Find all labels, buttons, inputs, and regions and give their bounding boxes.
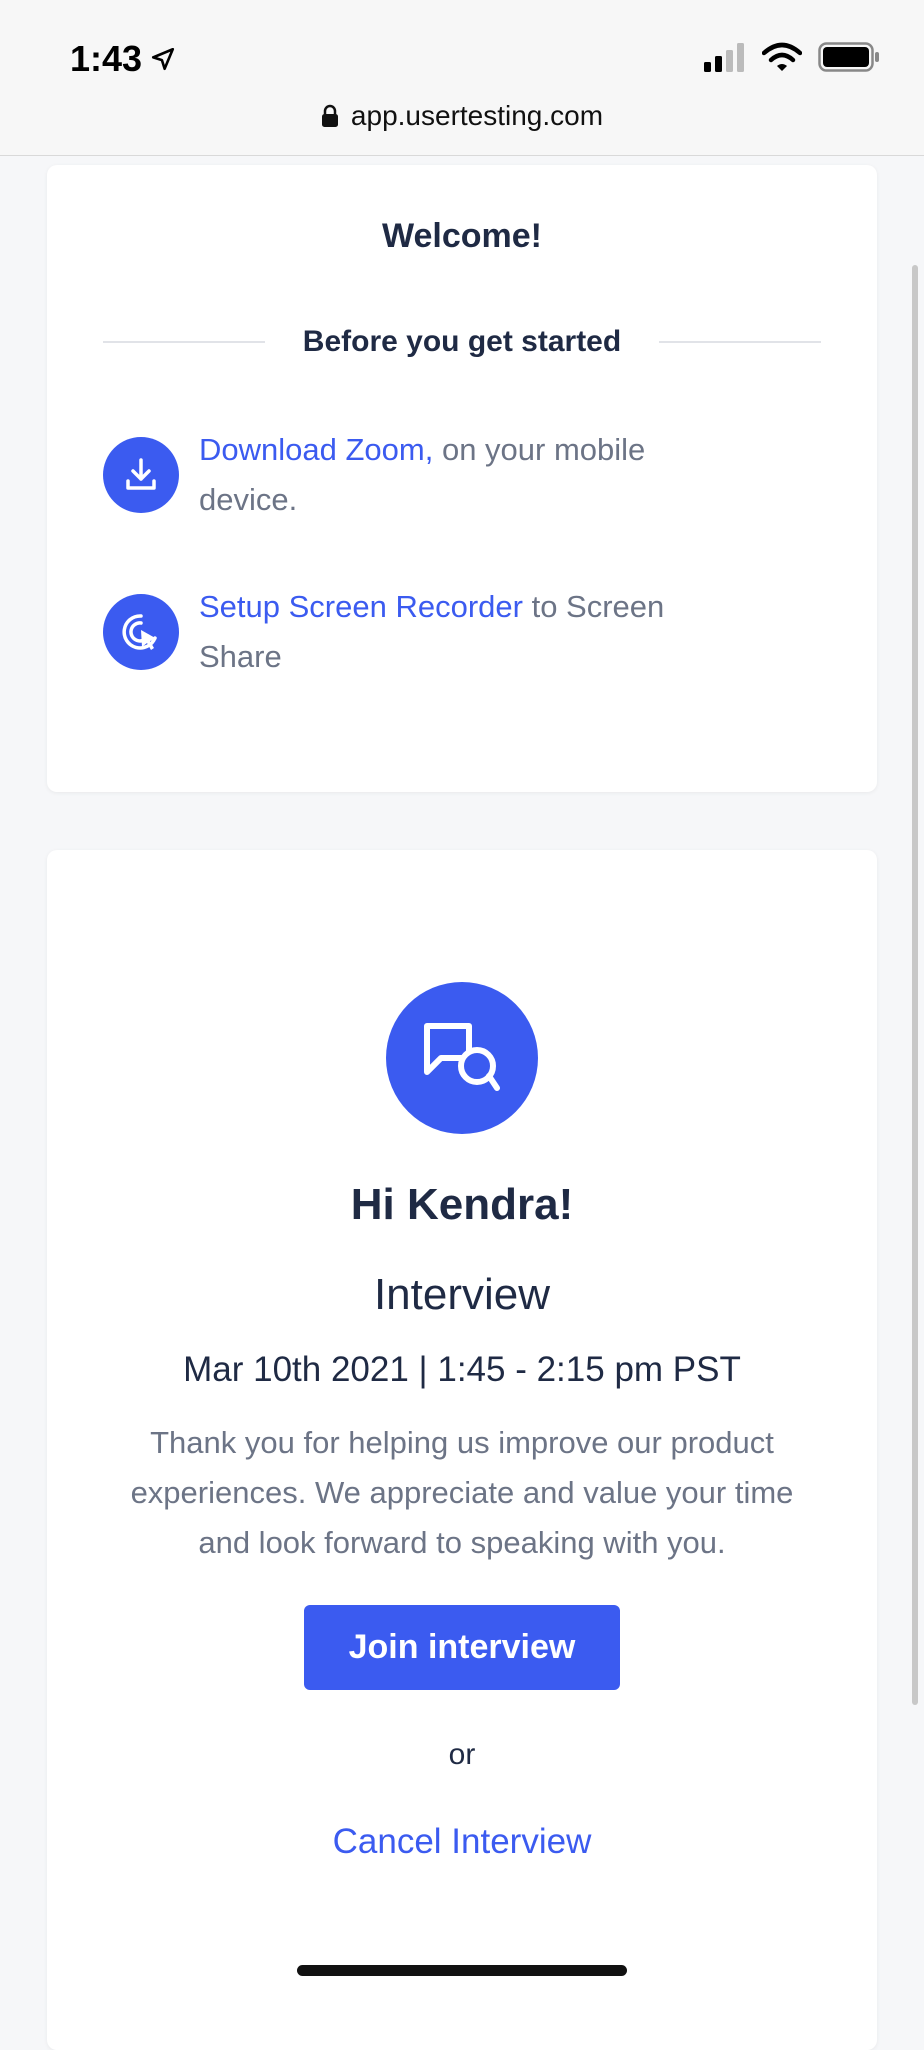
download-zoom-link[interactable]: Download Zoom, xyxy=(199,432,433,467)
status-time: 1:43 xyxy=(70,38,176,80)
step-download-zoom: Download Zoom, on your mobile device. xyxy=(103,425,703,525)
chat-bubbles-icon xyxy=(386,982,538,1134)
welcome-card: Welcome! Before you get started Download… xyxy=(47,165,877,792)
thank-you-message: Thank you for helping us improve our pro… xyxy=(130,1425,794,1560)
screen-recorder-icon xyxy=(103,594,179,670)
step-screen-recorder: Setup Screen Recorder to Screen Share xyxy=(103,582,703,682)
download-icon xyxy=(103,437,179,513)
lock-icon xyxy=(321,104,338,127)
status-time-text: 1:43 xyxy=(70,38,143,79)
section-heading: Before you get started xyxy=(302,325,622,358)
welcome-title: Welcome! xyxy=(382,217,542,255)
cellular-signal-icon xyxy=(704,43,744,72)
cancel-interview-link[interactable]: Cancel Interview xyxy=(47,1822,877,1862)
session-type: Interview xyxy=(373,1270,551,1319)
divider-line-right xyxy=(659,341,821,343)
greeting: Hi Kendra! xyxy=(350,1180,574,1229)
section-divider: Before you get started xyxy=(103,325,821,359)
page-scrollbar[interactable] xyxy=(912,265,918,1705)
step-recorder-text: Setup Screen Recorder to Screen Share xyxy=(199,582,703,682)
ios-status-bar: 1:43 app.usertesting.com xyxy=(0,0,924,156)
step-download-text: Download Zoom, on your mobile device. xyxy=(199,425,703,525)
join-interview-button[interactable]: Join interview xyxy=(304,1605,620,1690)
home-indicator[interactable] xyxy=(297,1965,627,1976)
location-arrow-icon xyxy=(152,47,175,71)
battery-icon xyxy=(818,42,879,72)
setup-screen-recorder-link[interactable]: Setup Screen Recorder xyxy=(199,589,523,624)
divider-line-left xyxy=(103,341,265,343)
status-icons xyxy=(704,42,880,72)
address-bar[interactable]: app.usertesting.com xyxy=(0,100,924,132)
or-separator: or xyxy=(448,1738,476,1771)
url-text: app.usertesting.com xyxy=(350,100,604,131)
session-time: Mar 10th 2021 | 1:45 - 2:15 pm PST xyxy=(183,1350,741,1389)
wifi-icon xyxy=(762,42,802,71)
session-card: Hi Kendra! Interview Mar 10th 2021 | 1:4… xyxy=(47,850,877,2050)
